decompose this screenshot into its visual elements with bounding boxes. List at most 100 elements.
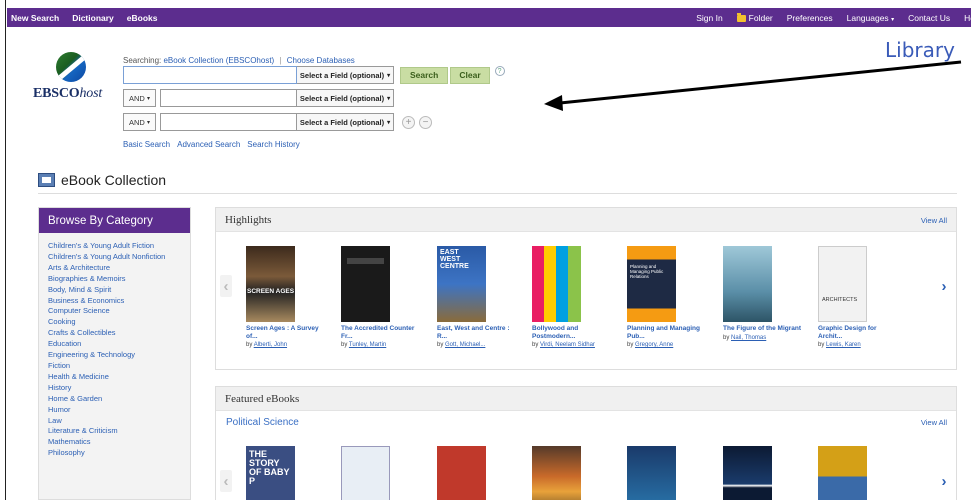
category-link[interactable]: Computer Science xyxy=(48,306,190,317)
book-item[interactable]: East, West and Centre : R... by Gott, Mi… xyxy=(437,246,517,348)
view-all-link[interactable]: View All xyxy=(921,418,947,427)
field-select-1[interactable]: Select a Field (optional) ▾ xyxy=(297,66,394,84)
book-item[interactable] xyxy=(723,446,803,500)
category-link[interactable]: Children's & Young Adult Fiction xyxy=(48,241,190,252)
search-button[interactable]: Search xyxy=(400,66,449,84)
book-author: by Tunley, Martin xyxy=(341,342,387,348)
view-all-link[interactable]: View All xyxy=(921,216,947,225)
chevron-down-icon: ▾ xyxy=(891,16,895,23)
search-row-2: AND ▾ Select a Field (optional) ▾ xyxy=(123,89,394,107)
boolean-select-2[interactable]: AND ▾ xyxy=(123,113,156,131)
book-cover[interactable] xyxy=(818,446,867,500)
search-input-2[interactable] xyxy=(160,89,297,107)
choose-databases-link[interactable]: Choose Databases xyxy=(287,56,355,65)
search-history-link[interactable]: Search History xyxy=(247,140,299,149)
book-cover[interactable] xyxy=(723,446,772,500)
book-item[interactable] xyxy=(818,446,898,500)
advanced-search-link[interactable]: Advanced Search xyxy=(177,140,240,149)
book-cover[interactable] xyxy=(627,246,676,322)
category-link[interactable]: Fiction xyxy=(48,361,190,372)
search-input-3[interactable] xyxy=(160,113,297,131)
book-cover[interactable] xyxy=(341,246,390,322)
help-link[interactable]: He xyxy=(964,13,971,23)
search-input-1[interactable] xyxy=(123,66,297,84)
carousel-next-icon[interactable]: › xyxy=(938,470,950,492)
book-title[interactable]: Bollywood and Postmodern... xyxy=(532,325,612,340)
book-cover[interactable] xyxy=(437,446,486,500)
book-cover[interactable] xyxy=(341,446,390,500)
book-cover[interactable] xyxy=(723,246,772,322)
category-link[interactable]: Health & Medicine xyxy=(48,372,190,383)
book-item[interactable] xyxy=(246,446,326,500)
book-cover[interactable] xyxy=(532,246,581,322)
searching-label: Searching: xyxy=(123,56,162,65)
category-link[interactable]: Cooking xyxy=(48,317,190,328)
category-link[interactable]: Philosophy xyxy=(48,448,190,459)
folder-label: Folder xyxy=(748,12,773,23)
chevron-down-icon: ▾ xyxy=(146,95,150,102)
basic-search-link[interactable]: Basic Search xyxy=(123,140,170,149)
category-link[interactable]: Home & Garden xyxy=(48,394,190,405)
database-link[interactable]: eBook Collection (EBSCOhost) xyxy=(163,56,274,65)
book-title[interactable]: Screen Ages : A Survey of... xyxy=(246,325,326,340)
sign-in-link[interactable]: Sign In xyxy=(696,13,722,23)
remove-row-icon[interactable]: − xyxy=(419,115,432,129)
book-item[interactable] xyxy=(532,446,612,500)
ebsco-logo[interactable]: EBSCOhost xyxy=(33,52,113,102)
clear-button[interactable]: Clear xyxy=(450,66,490,84)
book-item[interactable] xyxy=(437,446,517,500)
book-cover[interactable] xyxy=(818,246,867,322)
category-link[interactable]: Mathematics xyxy=(48,437,190,448)
book-title[interactable]: The Figure of the Migrant xyxy=(723,325,803,333)
category-link[interactable]: Engineering & Technology xyxy=(48,350,190,361)
book-cover[interactable] xyxy=(627,446,676,500)
book-cover[interactable] xyxy=(246,246,295,322)
book-item[interactable]: Planning and Managing Pub... by Gregory,… xyxy=(627,246,707,348)
category-link[interactable]: Business & Economics xyxy=(48,296,190,307)
carousel-prev-icon[interactable]: ‹ xyxy=(220,275,232,297)
boolean-select-1[interactable]: AND ▾ xyxy=(123,89,156,107)
field-select-3[interactable]: Select a Field (optional) ▾ xyxy=(297,113,394,131)
book-item[interactable] xyxy=(627,446,707,500)
help-icon[interactable]: ? xyxy=(494,66,505,76)
book-item[interactable]: Screen Ages : A Survey of... by Alberti,… xyxy=(246,246,326,348)
add-row-icon[interactable]: + xyxy=(402,115,415,129)
book-item[interactable]: The Accredited Counter Fr... by Tunley, … xyxy=(341,246,421,348)
book-title[interactable]: East, West and Centre : R... xyxy=(437,325,517,340)
search-row-3: AND ▾ Select a Field (optional) ▾ + − xyxy=(123,113,432,131)
field-select-2[interactable]: Select a Field (optional) ▾ xyxy=(297,89,394,107)
languages-label: Languages xyxy=(846,12,889,23)
book-item[interactable]: Bollywood and Postmodern... by Virdi, Ne… xyxy=(532,246,612,348)
book-item[interactable]: Graphic Design for Archit... by Lewis, K… xyxy=(818,246,898,348)
category-link[interactable]: Education xyxy=(48,339,190,350)
book-author: by Lewis, Karen xyxy=(818,342,861,348)
category-link[interactable]: Children's & Young Adult Nonfiction xyxy=(48,252,190,263)
category-link[interactable]: Arts & Architecture xyxy=(48,263,190,274)
category-link[interactable]: Literature & Criticism xyxy=(48,426,190,437)
book-cover[interactable] xyxy=(532,446,581,500)
book-title[interactable]: Planning and Managing Pub... xyxy=(627,325,707,340)
book-cover[interactable] xyxy=(437,246,486,322)
category-link[interactable]: Humor xyxy=(48,405,190,416)
book-item[interactable] xyxy=(341,446,421,500)
nav-ebooks[interactable]: eBooks xyxy=(127,13,158,23)
category-link[interactable]: Crafts & Collectibles xyxy=(48,328,190,339)
category-link[interactable]: History xyxy=(48,383,190,394)
book-cover[interactable] xyxy=(246,446,295,500)
highlights-panel: Highlights View All ‹ › Screen Ages : A … xyxy=(215,207,957,370)
nav-dictionary[interactable]: Dictionary xyxy=(72,13,114,23)
folder-link[interactable]: Folder xyxy=(736,12,773,23)
category-link[interactable]: Biographies & Memoirs xyxy=(48,274,190,285)
book-title[interactable]: Graphic Design for Archit... xyxy=(818,325,898,340)
languages-menu[interactable]: Languages ▾ xyxy=(847,13,894,23)
book-title[interactable]: The Accredited Counter Fr... xyxy=(341,325,421,340)
preferences-link[interactable]: Preferences xyxy=(787,13,833,23)
carousel-prev-icon[interactable]: ‹ xyxy=(220,470,232,492)
chevron-down-icon: ▾ xyxy=(387,119,391,126)
nav-new-search[interactable]: New Search xyxy=(11,13,59,23)
contact-us-link[interactable]: Contact Us xyxy=(908,13,950,23)
category-link[interactable]: Body, Mind & Spirit xyxy=(48,285,190,296)
book-item[interactable]: The Figure of the Migrant by Nail, Thoma… xyxy=(723,246,803,341)
carousel-next-icon[interactable]: › xyxy=(938,275,950,297)
category-link[interactable]: Law xyxy=(48,416,190,427)
